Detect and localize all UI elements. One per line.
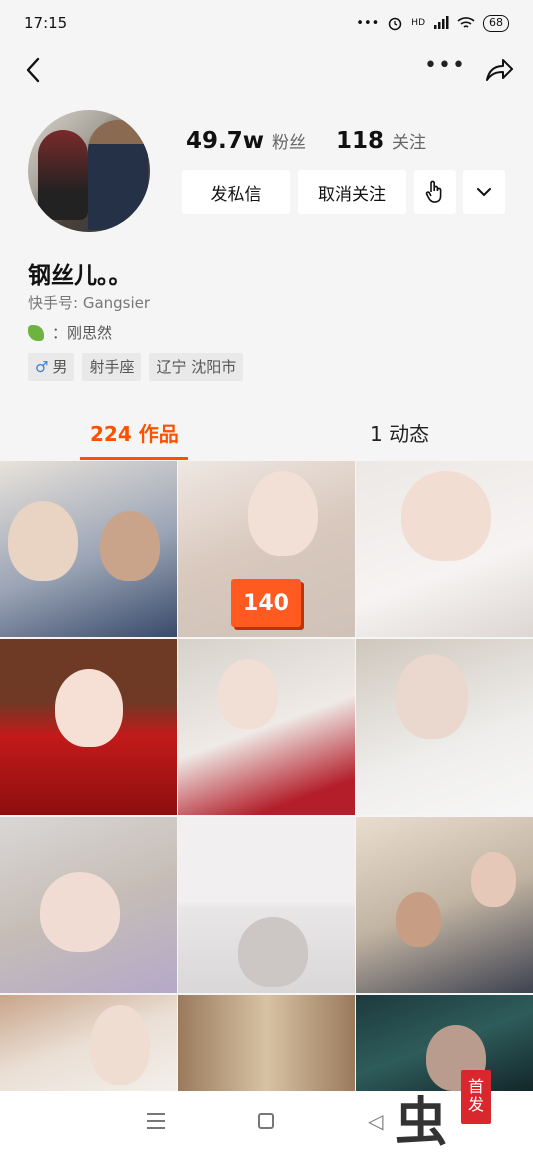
work-thumbnail[interactable]: [356, 817, 533, 993]
network-type: HD: [411, 18, 425, 28]
account-id: 快手号: Gangsier: [28, 294, 151, 312]
avatar[interactable]: [28, 110, 150, 232]
profile-name: 钢丝儿。。: [28, 263, 132, 289]
chevron-down-icon: [477, 188, 491, 197]
work-thumbnail[interactable]: [356, 639, 533, 815]
gender-tag: ♂ 男: [28, 353, 75, 381]
work-thumbnail[interactable]: [0, 461, 177, 637]
status-bar: 17:15 ••• HD 68: [0, 0, 533, 46]
gender-label: 男: [52, 358, 68, 376]
watermark-logo: 虫 首发: [395, 1070, 505, 1153]
back-triangle-icon[interactable]: ◁: [368, 1109, 383, 1133]
location-tag: 辽宁 沈阳市: [149, 353, 244, 381]
work-thumbnail[interactable]: [178, 995, 355, 1091]
work-thumbnail[interactable]: [0, 639, 177, 815]
zodiac-tag: 射手座: [82, 353, 142, 381]
signal-icon: [434, 16, 449, 29]
more-actions-button[interactable]: [463, 170, 505, 214]
signature: ：刚思然: [28, 322, 112, 343]
battery-indicator: 68: [483, 14, 509, 32]
hand-icon: [425, 180, 442, 203]
work-thumbnail[interactable]: [0, 817, 177, 993]
status-icons: ••• HD 68: [356, 14, 509, 32]
work-thumbnail[interactable]: [356, 461, 533, 637]
watermark-seal: 首发: [461, 1070, 491, 1124]
tab-moments[interactable]: 1 动态: [370, 418, 429, 447]
signature-text: ：刚思然: [52, 324, 113, 342]
unfollow-button[interactable]: 取消关注: [298, 170, 406, 214]
back-icon[interactable]: [22, 56, 46, 84]
fans-label[interactable]: 粉丝: [272, 128, 306, 153]
send-message-button[interactable]: 发私信: [182, 170, 290, 214]
more-options-icon[interactable]: •••: [424, 55, 465, 84]
home-icon[interactable]: [258, 1113, 274, 1129]
works-grid: 140: [0, 461, 533, 1091]
male-icon: ♂: [35, 358, 49, 376]
watermark-char: 虫: [395, 1092, 448, 1153]
share-icon[interactable]: [484, 56, 514, 84]
tab-works[interactable]: 224 作品: [90, 418, 179, 447]
profile-stats: 49.7w 粉丝 118 关注: [186, 128, 448, 154]
top-nav: •••: [0, 50, 533, 94]
work-thumbnail[interactable]: [178, 639, 355, 815]
alarm-icon: [389, 17, 402, 31]
work-thumbnail[interactable]: [0, 995, 177, 1091]
avatar-figure: [88, 120, 148, 230]
work-thumbnail[interactable]: 140: [178, 461, 355, 637]
more-dots-icon: •••: [356, 15, 380, 31]
leaf-icon: [28, 324, 44, 341]
profile-tags: ♂ 男 射手座 辽宁 沈阳市: [28, 353, 244, 381]
interact-button[interactable]: [414, 170, 456, 214]
active-tab-indicator: [80, 457, 188, 460]
wifi-icon: [457, 17, 475, 28]
work-thumbnail[interactable]: [178, 817, 355, 993]
fans-count[interactable]: 49.7w: [186, 128, 264, 154]
following-label[interactable]: 关注: [392, 128, 426, 153]
status-time: 17:15: [24, 14, 68, 32]
recent-apps-icon[interactable]: [147, 1113, 165, 1131]
following-count[interactable]: 118: [336, 128, 384, 154]
avatar-figure: [38, 130, 88, 220]
view-count-badge: 140: [231, 579, 301, 627]
content-tabs: 224 作品 1 动态: [0, 404, 533, 460]
